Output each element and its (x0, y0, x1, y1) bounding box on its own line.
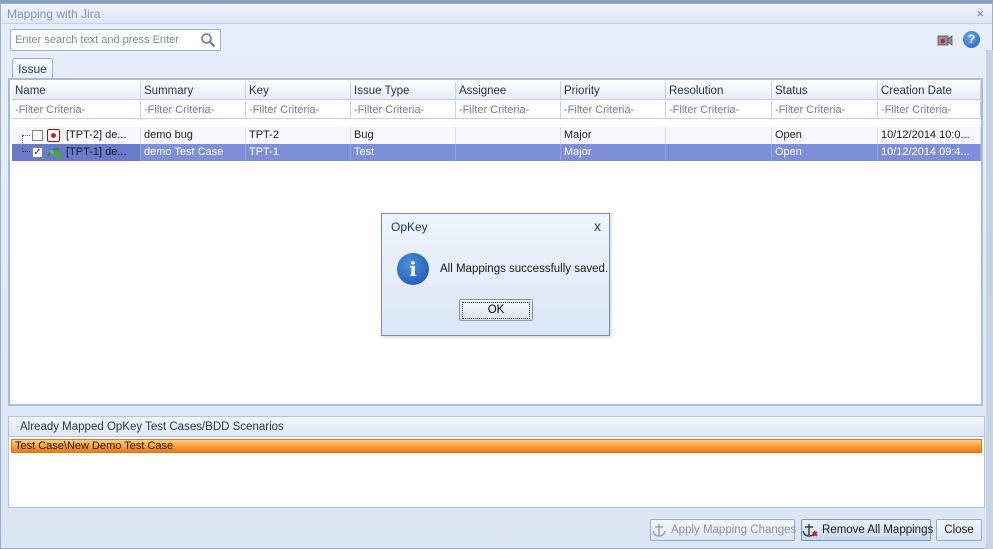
cell-issue-type: Bug (351, 127, 456, 144)
cell-summary: demo bug (141, 127, 246, 144)
title-bar: Mapping with Jira × (1, 4, 992, 24)
test-icon (47, 147, 62, 159)
dialog-message: All Mappings successfully saved. (440, 263, 609, 275)
message-dialog: OpKey x i All Mappings successfully save… (381, 213, 610, 336)
cell-resolution (666, 144, 772, 161)
apply-mapping-changes-button[interactable]: Apply Mapping Changes (650, 519, 797, 541)
cell-assignee (456, 144, 561, 161)
record-video-icon[interactable] (937, 33, 953, 47)
cell-key: TPT-1 (246, 144, 351, 161)
row-checkbox[interactable] (32, 130, 43, 141)
window-title: Mapping with Jira (7, 7, 101, 21)
cell-status: Open (772, 127, 878, 144)
tab-issue[interactable]: Issue (12, 58, 53, 79)
mapped-list: Test Case\New Demo Test Case (8, 436, 985, 508)
anchor-remove-icon (802, 523, 818, 537)
cell-priority: Major (561, 144, 666, 161)
row-checkbox[interactable]: ✓ (32, 147, 43, 158)
filter-name[interactable]: -Filter Criteria- (12, 101, 141, 118)
tree-connector (22, 135, 30, 144)
filter-creation-date[interactable]: -Filter Criteria- (878, 101, 981, 118)
column-header-priority[interactable]: Priority (561, 82, 666, 99)
filter-status[interactable]: -Filter Criteria- (772, 101, 878, 118)
cell-resolution (666, 127, 772, 144)
filter-summary[interactable]: -Filter Criteria- (141, 101, 246, 118)
close-button[interactable]: Close (936, 519, 982, 541)
tree-connector (22, 144, 30, 152)
cell-name: ✓ [TPT-1] de... (12, 144, 141, 161)
grid-filter-row: -Filter Criteria- -Filter Criteria- -Fil… (12, 101, 981, 119)
filter-issue-type[interactable]: -Filter Criteria- (351, 101, 456, 118)
help-icon[interactable]: ? (963, 31, 980, 48)
column-header-creation-date[interactable]: Creation Date (878, 82, 981, 99)
cell-name: [TPT-2] de... (12, 127, 141, 144)
column-header-resolution[interactable]: Resolution (666, 82, 772, 99)
cell-key: TPT-2 (246, 127, 351, 144)
cell-priority: Major (561, 127, 666, 144)
filter-priority[interactable]: -Filter Criteria- (561, 101, 666, 118)
cell-issue-type: Test (351, 144, 456, 161)
mapped-list-item[interactable]: Test Case\New Demo Test Case (11, 439, 982, 453)
column-header-key[interactable]: Key (246, 82, 351, 99)
table-row[interactable]: [TPT-2] de... demo bug TPT-2 Bug Major O… (12, 127, 981, 144)
dialog-title: OpKey (391, 220, 428, 234)
remove-all-mappings-button[interactable]: Remove All Mappings (801, 519, 934, 541)
table-row-selected[interactable]: ✓ [TPT-1] de... demo Test Case TPT-1 Tes… (12, 144, 981, 161)
anchor-icon (652, 523, 666, 537)
search-input[interactable] (11, 30, 191, 50)
grid-header-row: Name Summary Key Issue Type Assignee Pri… (12, 82, 981, 100)
remove-all-label: Remove All Mappings (822, 524, 934, 536)
info-icon: i (397, 253, 429, 285)
bug-icon (47, 129, 60, 142)
apply-label: Apply Mapping Changes (671, 524, 797, 536)
cell-assignee (456, 127, 561, 144)
cell-status: Open (772, 144, 878, 161)
column-header-issue-type[interactable]: Issue Type (351, 82, 456, 99)
dialog-close-button[interactable]: x (594, 218, 601, 234)
filter-key[interactable]: -Filter Criteria- (246, 101, 351, 118)
ok-label: OK (462, 302, 530, 319)
issue-name: [TPT-2] de... (66, 129, 127, 141)
ok-button[interactable]: OK (459, 299, 533, 321)
filter-assignee[interactable]: -Filter Criteria- (456, 101, 561, 118)
cell-creation-date: 10/12/2014 10:0... (878, 127, 981, 144)
window-edge (986, 50, 993, 549)
window-close-button[interactable]: × (976, 6, 984, 21)
search-box[interactable] (10, 29, 221, 51)
search-icon[interactable] (200, 32, 216, 48)
cell-summary: demo Test Case (141, 144, 246, 161)
filter-resolution[interactable]: -Filter Criteria- (666, 101, 772, 118)
column-header-assignee[interactable]: Assignee (456, 82, 561, 99)
column-header-status[interactable]: Status (772, 82, 878, 99)
cell-creation-date: 10/12/2014 09:4... (878, 144, 981, 161)
column-header-name[interactable]: Name (12, 82, 141, 99)
column-header-summary[interactable]: Summary (141, 82, 246, 99)
issue-name: [TPT-1] de... (66, 146, 127, 158)
mapped-section-title: Already Mapped OpKey Test Cases/BDD Scen… (8, 416, 985, 437)
